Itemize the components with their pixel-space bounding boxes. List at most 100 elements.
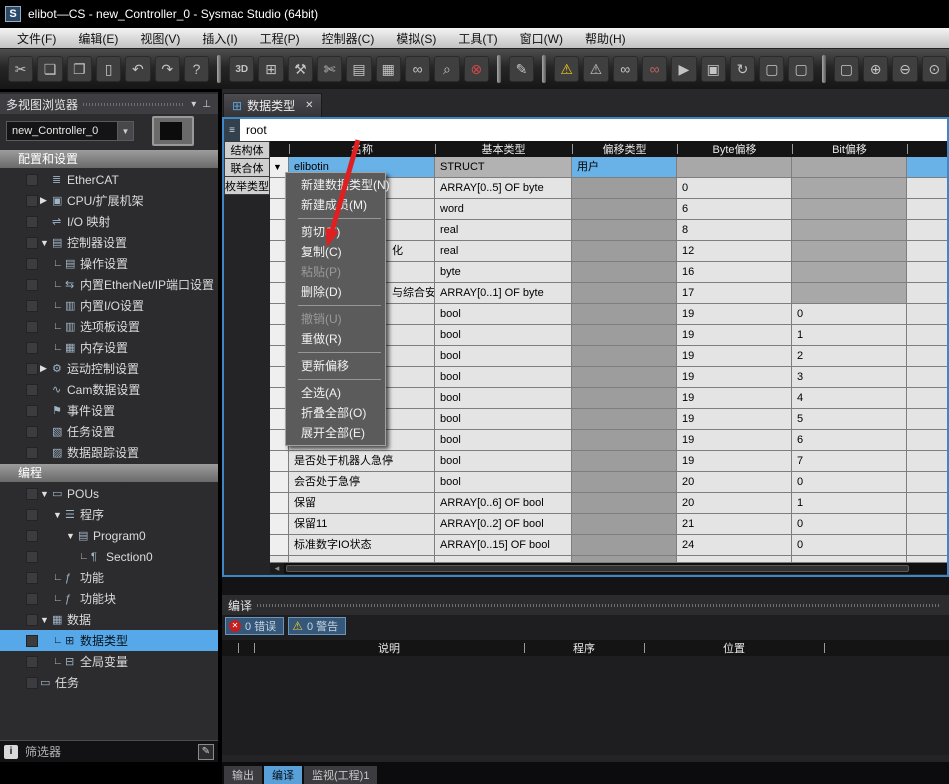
cell-extra[interactable]: [907, 346, 947, 367]
cell-offset-type[interactable]: [572, 325, 677, 346]
tools-icon-button[interactable]: ⚒: [288, 56, 313, 82]
cell-bit-offset[interactable]: 0: [792, 304, 907, 325]
sidebar-item-function-blocks[interactable]: ∟ƒ功能块: [0, 588, 218, 609]
sidebar-item-cpu-rack[interactable]: ▶▣CPU/扩展机架: [0, 190, 218, 211]
cell-extra[interactable]: [907, 388, 947, 409]
item-checkbox[interactable]: [26, 677, 38, 689]
scrollbar-thumb[interactable]: [286, 565, 909, 572]
sidebar-item-operation-settings[interactable]: ∟▤操作设置: [0, 253, 218, 274]
cell-offset-type[interactable]: [572, 430, 677, 451]
cell-byte-offset[interactable]: 19: [677, 304, 792, 325]
delete-icon-button[interactable]: ▯: [96, 56, 121, 82]
build-warning-icon-button[interactable]: ⚠: [554, 56, 579, 82]
sidebar-item-ethernet-ip-port[interactable]: ∟⇆内置EtherNet/IP端口设置: [0, 274, 218, 295]
sidebar-item-functions[interactable]: ∟ƒ功能: [0, 567, 218, 588]
item-checkbox[interactable]: [26, 363, 38, 375]
cell-byte-offset[interactable]: 19: [677, 430, 792, 451]
row-expander[interactable]: [270, 451, 289, 472]
cell-offset-type[interactable]: [572, 262, 677, 283]
menu-item[interactable]: 工程(P): [249, 28, 311, 48]
watch-table-icon-button[interactable]: ▤: [346, 56, 371, 82]
item-checkbox[interactable]: [26, 195, 38, 207]
item-checkbox[interactable]: [26, 237, 38, 249]
online-monitor-icon-button[interactable]: ▢: [759, 56, 784, 82]
cell-offset-type[interactable]: [572, 514, 677, 535]
context-menu-item-1[interactable]: 新建成员(M): [286, 195, 385, 215]
cell-base-type[interactable]: real: [435, 241, 572, 262]
item-checkbox[interactable]: [26, 405, 38, 417]
column-header-4[interactable]: Byte偏移: [677, 141, 792, 157]
cell-bit-offset[interactable]: 1: [792, 325, 907, 346]
close-icon[interactable]: ✕: [305, 100, 313, 111]
horizontal-splitter[interactable]: [222, 577, 949, 595]
redo-icon-button[interactable]: ↷: [155, 56, 180, 82]
select-frame-icon-button[interactable]: ▢: [834, 56, 859, 82]
tab-0[interactable]: 输出: [224, 766, 262, 784]
window-layout-icon-button[interactable]: ⊞: [258, 56, 283, 82]
cell-extra[interactable]: [907, 325, 947, 346]
row-expander[interactable]: [270, 535, 289, 556]
cell-extra[interactable]: [907, 283, 947, 304]
sidebar-item-controller-setup[interactable]: ▼▤控制器设置: [0, 232, 218, 253]
item-checkbox[interactable]: [26, 300, 38, 312]
category-tab-2[interactable]: 枚举类型: [224, 177, 270, 195]
column-header-0[interactable]: [270, 141, 289, 157]
context-menu-item-8[interactable]: 更新偏移: [286, 356, 385, 376]
cell-extra[interactable]: [907, 157, 947, 178]
undo-icon-button[interactable]: ↶: [125, 56, 150, 82]
item-checkbox[interactable]: [26, 216, 38, 228]
draft-warning-icon-button[interactable]: ⚠: [583, 56, 608, 82]
scroll-left-icon[interactable]: ◂: [270, 563, 284, 574]
cell-base-type[interactable]: bool: [435, 304, 572, 325]
cell-bit-offset[interactable]: 4: [792, 388, 907, 409]
cell-bit-offset[interactable]: 5: [792, 409, 907, 430]
cell-bit-offset[interactable]: 6: [792, 430, 907, 451]
cell-bit-offset[interactable]: 0: [792, 535, 907, 556]
cell-byte-offset[interactable]: 19: [677, 388, 792, 409]
row-expander[interactable]: [270, 472, 289, 493]
row-expander[interactable]: [270, 493, 289, 514]
cell-base-type[interactable]: ARRAY[0..2] OF bool: [435, 514, 572, 535]
table-row[interactable]: 标准数字IO状态ARRAY[0..15] OF bool240: [270, 535, 947, 556]
monitor-watch-icon-button[interactable]: ∞: [613, 56, 638, 82]
context-menu-item-5[interactable]: 删除(D): [286, 282, 385, 302]
chevron-down-icon[interactable]: ▼: [117, 122, 133, 140]
context-menu-item-0[interactable]: 新建数据类型(N): [286, 175, 385, 195]
cell-offset-type[interactable]: [572, 493, 677, 514]
cell-bit-offset[interactable]: [792, 220, 907, 241]
cell-extra[interactable]: [907, 430, 947, 451]
item-checkbox[interactable]: [26, 656, 38, 668]
cell-offset-type[interactable]: [572, 178, 677, 199]
sidebar-item-global-vars[interactable]: ∟⊟全局变量: [0, 651, 218, 672]
cut-icon-button[interactable]: ✂: [8, 56, 33, 82]
cell-byte-offset[interactable]: 21: [677, 514, 792, 535]
cell-extra[interactable]: [907, 199, 947, 220]
context-menu-item-11[interactable]: 展开全部(E): [286, 423, 385, 443]
zoom-out-icon-button[interactable]: ⊖: [892, 56, 917, 82]
column-header-6[interactable]: [907, 141, 947, 157]
cell-base-type[interactable]: bool: [435, 388, 572, 409]
cell-byte-offset[interactable]: 6: [677, 199, 792, 220]
sidebar-item-program[interactable]: ▼▤Program0: [0, 525, 218, 546]
expander-icon[interactable]: ▼: [40, 489, 52, 499]
cell-bit-offset[interactable]: 1: [792, 493, 907, 514]
sidebar-item-builtin-io[interactable]: ∟▥内置I/O设置: [0, 295, 218, 316]
sidebar-item-tasks[interactable]: ▶▭任务: [0, 672, 218, 693]
item-checkbox[interactable]: [26, 342, 38, 354]
cell-bit-offset[interactable]: 0: [792, 472, 907, 493]
cell-extra[interactable]: [907, 535, 947, 556]
cell-bit-offset[interactable]: 7: [792, 451, 907, 472]
column-header-1[interactable]: 名称: [289, 141, 435, 157]
cell-offset-type[interactable]: [572, 346, 677, 367]
cell-byte-offset[interactable]: 20: [677, 493, 792, 514]
cell-bit-offset[interactable]: [792, 178, 907, 199]
chevron-down-icon[interactable]: ▾: [188, 99, 199, 110]
item-checkbox[interactable]: [26, 321, 38, 333]
sidebar-item-motion-control[interactable]: ▶⚙运动控制设置: [0, 358, 218, 379]
cell-offset-type[interactable]: [572, 451, 677, 472]
cell-bit-offset[interactable]: [792, 262, 907, 283]
context-menu-item-2[interactable]: 剪切(T): [286, 222, 385, 242]
cell-offset-type[interactable]: [572, 304, 677, 325]
expander-icon[interactable]: ▶: [40, 195, 52, 206]
sidebar-item-io-map[interactable]: ⇌I/O 映射: [0, 211, 218, 232]
